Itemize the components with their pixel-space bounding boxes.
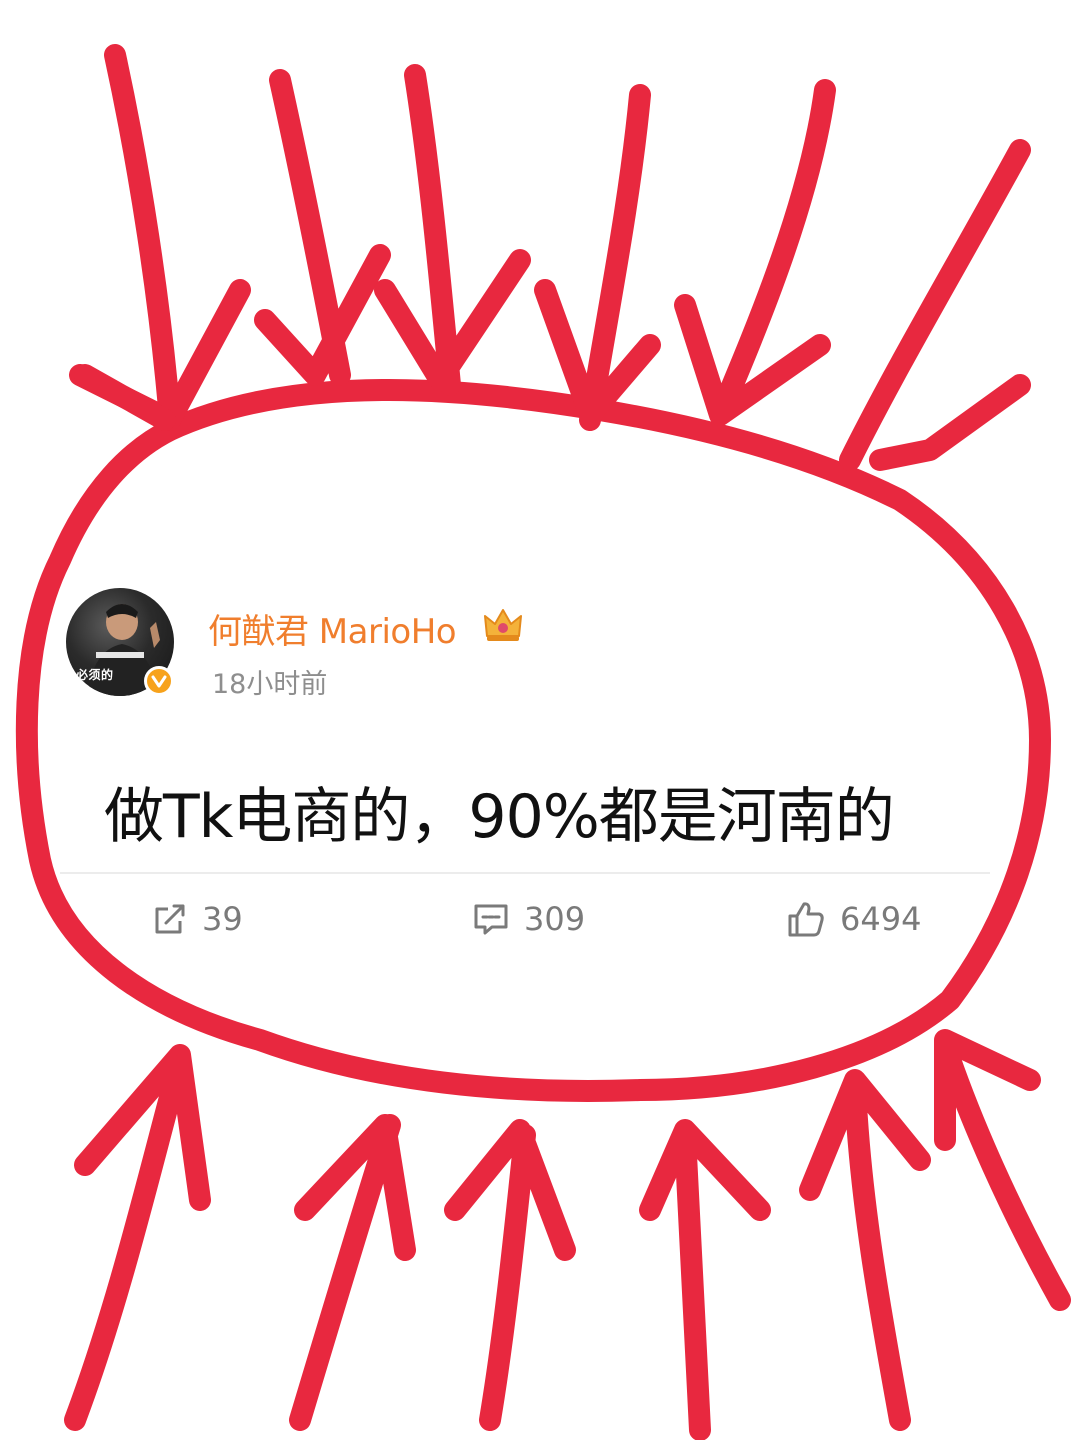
avatar-caption: 必须的 [76,668,114,682]
post-content: 做Tk电商的，90%都是河南的 [104,782,895,852]
action-divider [60,872,990,874]
comment-button[interactable]: 309 [472,896,585,942]
comment-icon [474,904,508,935]
crown-icon [483,606,523,644]
repost-icon [155,904,185,934]
like-button[interactable]: 6494 [786,896,921,942]
comment-count: 309 [524,900,586,938]
author-name[interactable]: 何猷君 MarioHo [208,604,457,653]
weibo-post-card: 必须的 何猷君 MarioHo 18小时前 做Tk电商的，90%都是河南的 39 [0,0,1080,1440]
like-count: 6494 [840,900,922,938]
verified-v-icon [144,666,174,696]
thumbs-up-icon [788,902,824,937]
screenshot-stage: 必须的 何猷君 MarioHo 18小时前 做Tk电商的，90%都是河南的 39 [0,0,1080,1440]
repost-count: 39 [202,900,243,938]
repost-button[interactable]: 39 [152,896,243,942]
post-timestamp: 18小时前 [212,669,328,700]
